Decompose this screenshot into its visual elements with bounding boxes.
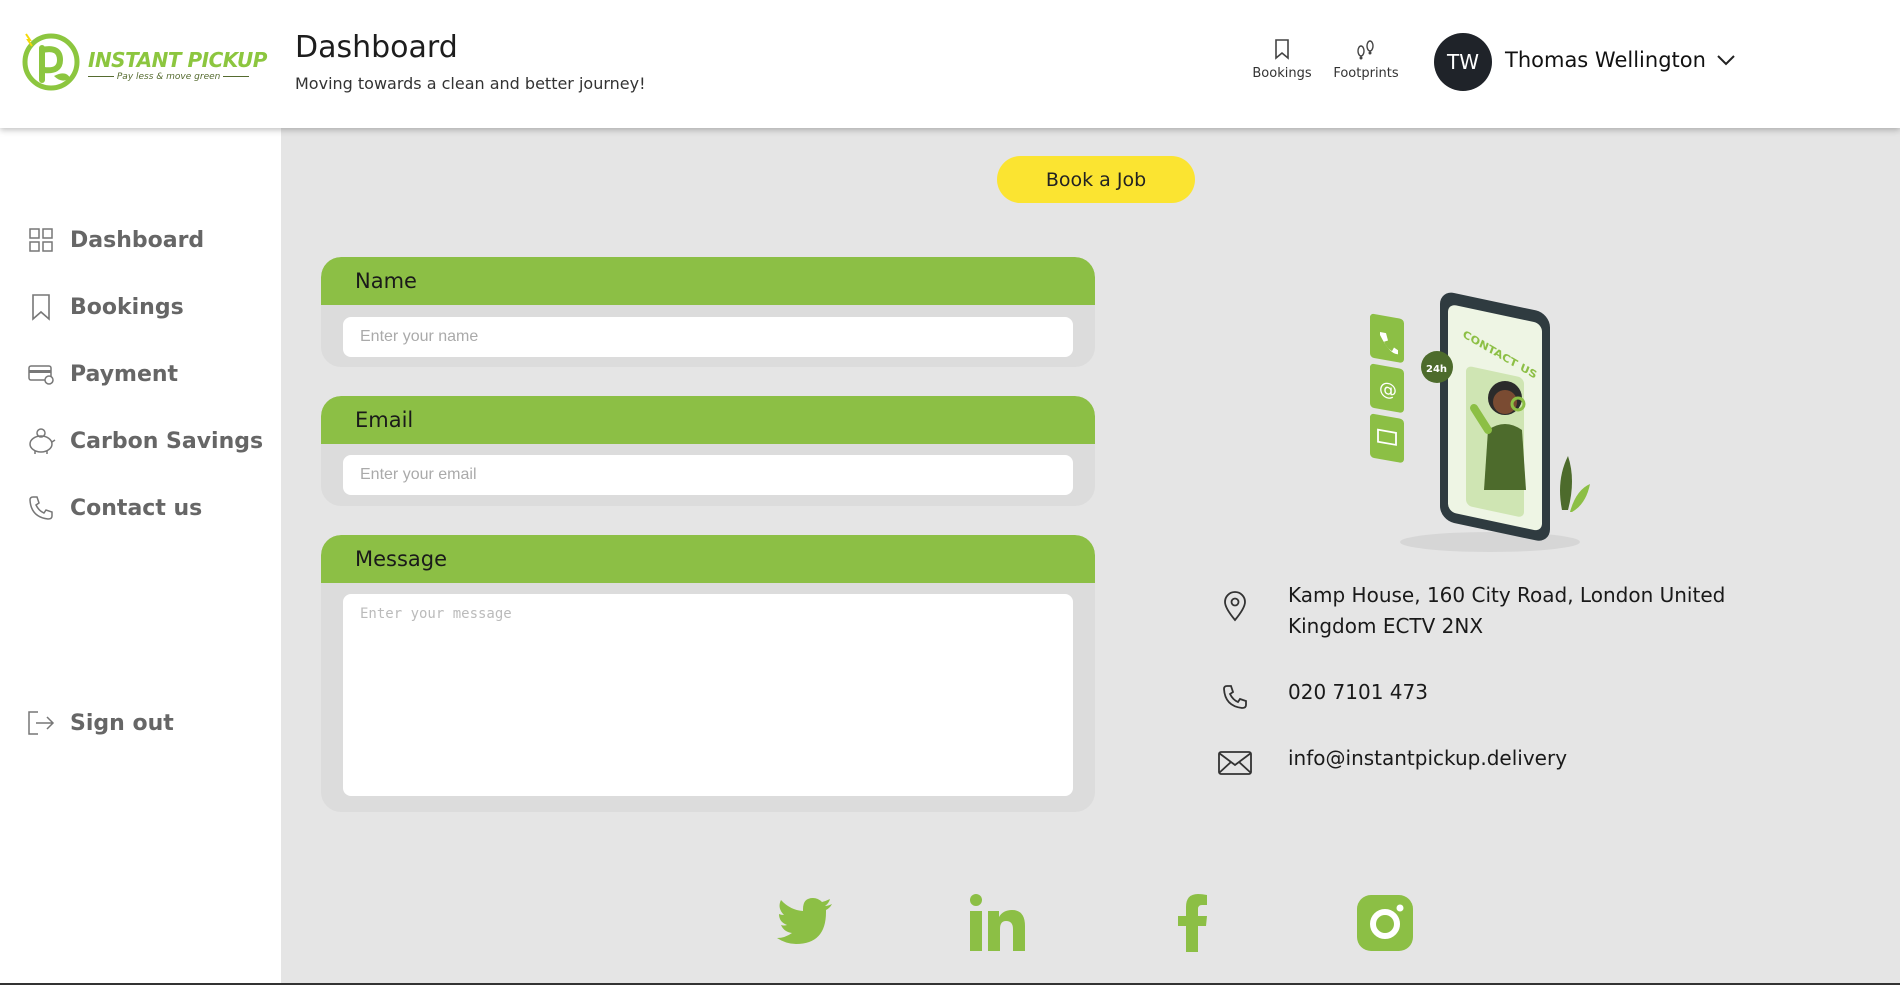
message-field-card: Message [321,535,1095,812]
page-subtitle: Moving towards a clean and better journe… [295,74,646,93]
contact-phone-row: 020 7101 473 [1215,677,1768,717]
name-field-label: Name [321,257,1095,305]
chevron-down-icon[interactable] [1715,52,1737,68]
header-footprints-link[interactable]: Footprints [1326,38,1406,81]
email-field-card: Email [321,396,1095,506]
brand-tagline: Pay less & move green [88,72,250,82]
phone-icon [29,496,53,520]
sign-out-button[interactable]: Sign out [26,705,174,741]
linkedin-icon [970,894,1025,951]
illustration-badge: 24h [1426,364,1447,375]
header-footprints-label: Footprints [1333,66,1399,81]
sidebar-item-label: Dashboard [70,227,205,253]
brand-logo[interactable]: INSTANT PICKUP Pay less & move green [20,28,267,92]
book-a-job-button[interactable]: Book a Job [997,156,1195,203]
contact-phone[interactable]: 020 7101 473 [1288,677,1768,708]
brand-name: INSTANT PICKUP [88,48,267,72]
email-input[interactable] [343,455,1073,495]
sign-out-icon [28,711,55,735]
page-title: Dashboard [295,30,458,65]
top-header: INSTANT PICKUP Pay less & move green Das… [0,0,1900,128]
contact-us-illustration: CONTACT US @ 24h [1370,292,1590,552]
envelope-icon [1218,751,1252,775]
phone-icon [1223,685,1247,709]
contact-address: Kamp House, 160 City Road, London United… [1288,583,1726,638]
sign-out-label: Sign out [70,710,174,736]
instagram-link[interactable] [1355,893,1415,953]
name-field-card: Name [321,257,1095,367]
sidebar-item-label: Carbon Savings [70,428,264,454]
bookmark-icon [1275,39,1289,60]
grid-icon [29,228,53,252]
location-pin-icon [1224,591,1246,622]
twitter-icon [777,898,832,944]
facebook-link[interactable] [1163,893,1223,953]
card-icon [28,365,54,385]
header-bookings-link[interactable]: Bookings [1245,38,1319,81]
sidebar-item-bookings[interactable]: Bookings [26,289,184,325]
contact-email-row: info@instantpickup.delivery [1215,743,1768,783]
header-bookings-label: Bookings [1252,66,1312,81]
facebook-icon [1178,894,1207,952]
piggy-bank-icon [29,428,56,454]
user-name[interactable]: Thomas Wellington [1505,48,1706,72]
sidebar-item-carbon-savings[interactable]: Carbon Savings [26,423,263,459]
instagram-icon [1357,895,1413,951]
contact-address-row: Kamp House, 160 City Road, London United… [1215,580,1768,642]
sidebar-item-contact-us[interactable]: Contact us [26,490,202,526]
sidebar-item-dashboard[interactable]: Dashboard [26,222,204,258]
contact-email[interactable]: info@instantpickup.delivery [1288,743,1768,774]
bookmark-icon [32,294,50,321]
leaf-logo-icon [22,33,80,91]
sidebar: Dashboard Bookings Payment Carbon Saving… [0,128,281,985]
sidebar-item-payment[interactable]: Payment [26,356,178,392]
message-textarea[interactable] [343,594,1073,796]
twitter-link[interactable] [775,893,835,953]
sidebar-item-label: Payment [70,361,179,387]
sidebar-item-label: Contact us [70,495,203,521]
footprints-icon [1357,40,1374,60]
name-input[interactable] [343,317,1073,357]
user-avatar[interactable]: TW [1434,33,1492,91]
email-field-label: Email [321,396,1095,444]
message-field-label: Message [321,535,1095,583]
svg-text:@: @ [1379,378,1397,402]
linkedin-link[interactable] [967,893,1027,953]
sidebar-item-label: Bookings [70,294,184,320]
